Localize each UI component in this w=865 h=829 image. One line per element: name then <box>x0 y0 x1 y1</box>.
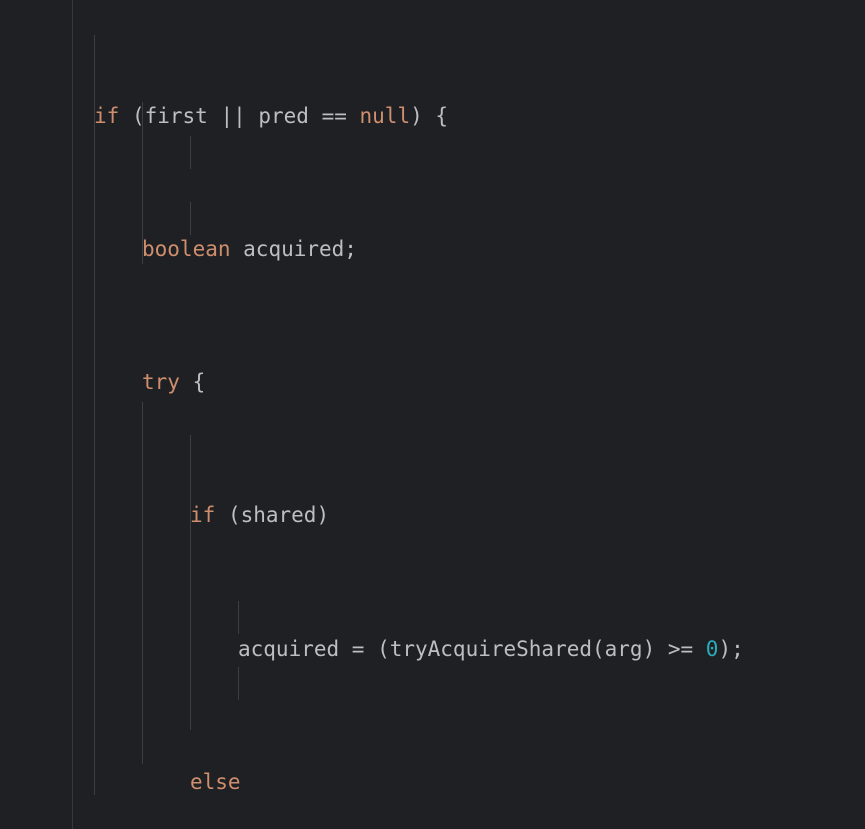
token-plain: acquired; <box>230 237 357 262</box>
token-plain: ) { <box>410 103 449 128</box>
token-plain: (shared) <box>215 503 330 528</box>
token-plain: (first || pred == <box>119 103 360 128</box>
code-content[interactable]: if (first || pred == null) { boolean acq… <box>0 0 865 829</box>
code-line[interactable]: if (shared) <box>0 499 865 532</box>
code-line[interactable]: try { <box>0 366 865 399</box>
code-line[interactable]: boolean acquired; <box>0 233 865 266</box>
token-keyword: try <box>142 370 180 395</box>
token-plain: { <box>179 370 206 395</box>
token-keyword: if <box>94 103 120 128</box>
code-editor[interactable]: if (first || pred == null) { boolean acq… <box>0 0 865 829</box>
token-number: 0 <box>705 636 719 661</box>
token-keyword: else <box>190 769 241 794</box>
token-keyword: boolean <box>142 237 231 262</box>
token-keyword: if <box>190 503 216 528</box>
token-keyword: null <box>359 103 411 128</box>
code-line[interactable]: acquired = (tryAcquireShared(arg) >= 0); <box>0 633 865 666</box>
code-line[interactable]: if (first || pred == null) { <box>0 100 865 133</box>
token-plain: ); <box>718 636 744 661</box>
code-line[interactable]: else <box>0 766 865 799</box>
token-plain: acquired = (tryAcquireShared(arg) >= <box>238 636 706 661</box>
